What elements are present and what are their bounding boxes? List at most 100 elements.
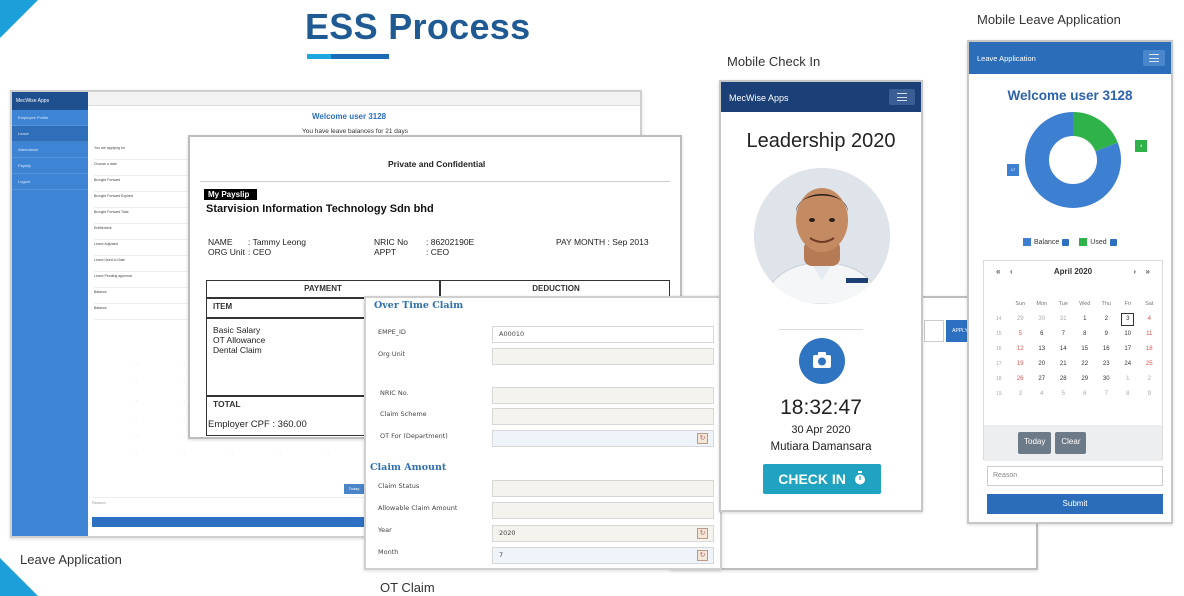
form-label: Entitlement — [94, 224, 194, 240]
sidebar-item-leave[interactable]: Leave — [12, 126, 88, 142]
calendar-day[interactable]: 31 — [1053, 312, 1075, 327]
ot-claim-window: Over Time Claim EMPE_ID A00010 Org Unit … — [364, 296, 722, 570]
sidebar-item-attendance[interactable]: Attendance — [12, 142, 88, 158]
label-nric: NRIC No. — [380, 389, 409, 397]
submit-button[interactable]: Submit — [987, 494, 1163, 514]
calendar-day[interactable]: 8 — [1074, 327, 1096, 342]
year-field[interactable]: 2020 ↻ — [492, 525, 714, 542]
calendar-day[interactable]: 4 — [1139, 312, 1161, 327]
lookup-icon[interactable]: ↻ — [697, 528, 708, 539]
calendar-day[interactable]: 6 — [1031, 327, 1053, 342]
calendar-day[interactable]: 9 — [1096, 327, 1118, 342]
calendar-day[interactable]: 13 — [1031, 342, 1053, 357]
calendar-day[interactable]: 6 — [1074, 387, 1096, 402]
calendar-day[interactable]: 28 — [1053, 372, 1075, 387]
calendar-day[interactable]: 26 — [1010, 372, 1032, 387]
calendar-day[interactable]: 15 — [1074, 342, 1096, 357]
confidential-heading: Private and Confidential — [388, 159, 486, 169]
today-button[interactable]: Today — [344, 484, 364, 494]
calendar-day[interactable]: 1 — [1117, 372, 1139, 387]
text-input[interactable] — [924, 320, 944, 342]
calendar-day[interactable]: 3 — [1010, 387, 1032, 402]
calendar-day[interactable]: 10 — [1117, 327, 1139, 342]
calendar-day[interactable]: 18 — [1139, 342, 1161, 357]
weekday-label: Wed — [1079, 301, 1091, 307]
selected-day: 3 — [1121, 313, 1135, 326]
calendar-day[interactable]: 5 — [1053, 387, 1075, 402]
lookup-icon[interactable]: ↻ — [697, 550, 708, 561]
calendar-day[interactable]: 17 — [1117, 342, 1139, 357]
allowable-claim-field[interactable] — [492, 502, 714, 519]
sidebar-item-payslip[interactable]: Payslip — [12, 158, 88, 174]
date-picker: « ‹ April 2020 › » Sun Mon Tue Wed Thu Fri Sat… — [983, 260, 1163, 461]
form-label: Balance — [94, 304, 194, 320]
next-month-button[interactable]: › — [1133, 267, 1136, 276]
calendar-day[interactable]: 7 — [1096, 387, 1118, 402]
calendar-day[interactable]: 19 — [1010, 357, 1032, 372]
calendar-buttons: Today Clear — [1018, 432, 1087, 454]
claim-scheme-field[interactable] — [492, 408, 714, 425]
emp-id-field[interactable]: A00010 — [492, 326, 714, 343]
calendar-day[interactable]: 11 — [1139, 327, 1161, 342]
ot-for-field[interactable]: ↻ — [492, 430, 714, 447]
calendar-day[interactable]: 23 — [1096, 357, 1118, 372]
clear-button[interactable]: Clear — [1055, 432, 1087, 454]
calendar-day[interactable]: 27 — [1031, 372, 1053, 387]
donut-used-label: 4 — [1135, 140, 1147, 152]
chart-legend: Balance Used — [1023, 238, 1117, 246]
form-label: You are applying for — [94, 144, 194, 160]
calendar-day[interactable]: 12 — [1010, 342, 1032, 357]
calendar-day[interactable]: 4 — [1031, 387, 1053, 402]
sidebar-item-profile[interactable]: Employee Profile — [12, 110, 88, 126]
hamburger-menu-icon[interactable] — [889, 89, 915, 105]
week-number: 14 — [995, 316, 1002, 322]
corner-accent-top — [0, 0, 38, 38]
calendar-day[interactable]: 8 — [1117, 387, 1139, 402]
calendar-day[interactable]: 29 — [1074, 372, 1096, 387]
remarks-field[interactable] — [779, 318, 863, 330]
calendar-day[interactable]: 7 — [1053, 327, 1075, 342]
calendar-day[interactable]: 2 — [1096, 312, 1118, 327]
company-name: Starvision Information Technology Sdn bh… — [206, 203, 434, 215]
reason-input[interactable]: Reason — [987, 466, 1163, 486]
org-unit-field[interactable] — [492, 348, 714, 365]
calendar-day[interactable]: 16 — [1096, 342, 1118, 357]
calendar-day[interactable]: 25 — [1139, 357, 1161, 372]
calendar-day[interactable]: 1 — [1074, 312, 1096, 327]
lookup-icon[interactable]: ↻ — [697, 433, 708, 444]
label-claim-scheme: Claim Scheme — [380, 410, 427, 418]
section-title-claim-amount: Claim Amount — [370, 462, 447, 473]
calendar-day[interactable]: 5 — [1010, 327, 1032, 342]
month-value: 7 — [499, 551, 504, 559]
calendar-day[interactable]: 9 — [1139, 387, 1161, 402]
check-in-label: CHECK IN — [778, 471, 846, 487]
calendar-day[interactable]: 30 — [1031, 312, 1053, 327]
calendar-day[interactable]: 30 — [1096, 372, 1118, 387]
check-in-button[interactable]: CHECK IN — [763, 464, 881, 494]
checkbox-balance[interactable] — [1062, 238, 1070, 246]
hamburger-menu-icon[interactable] — [1143, 50, 1165, 66]
calendar-day[interactable]: 24 — [1117, 357, 1139, 372]
calendar-day[interactable]: 14 — [1053, 342, 1075, 357]
checkbox-used[interactable] — [1109, 238, 1117, 246]
claim-status-field[interactable] — [492, 480, 714, 497]
calendar-day[interactable]: 21 — [1053, 357, 1075, 372]
calendar-day[interactable]: 2 — [1139, 372, 1161, 387]
month-field[interactable]: 7 ↻ — [492, 547, 714, 564]
calendar-day[interactable]: 22 — [1074, 357, 1096, 372]
next-year-button[interactable]: » — [1146, 267, 1150, 276]
label-claim-status: Claim Status — [378, 482, 420, 490]
camera-icon[interactable] — [799, 338, 845, 384]
calendar-day[interactable]: 29 — [1010, 312, 1032, 327]
form-label: Brought Forward — [94, 176, 194, 192]
sidebar-item-logout[interactable]: Logout — [12, 174, 88, 190]
leave-form: You are applying for Choose a date Broug… — [94, 144, 194, 320]
nric-field[interactable] — [492, 387, 714, 404]
label-year: Year — [378, 526, 392, 534]
today-button[interactable]: Today — [1018, 432, 1052, 454]
sidebar: MecWise Apps Employee Profile Leave Atte… — [12, 92, 88, 536]
donut-balance-label: 17 — [1007, 164, 1019, 176]
calendar-day[interactable]: 20 — [1031, 357, 1053, 372]
date-select[interactable]: Choose a date — [94, 160, 194, 176]
calendar-day[interactable]: 3 — [1117, 312, 1139, 327]
